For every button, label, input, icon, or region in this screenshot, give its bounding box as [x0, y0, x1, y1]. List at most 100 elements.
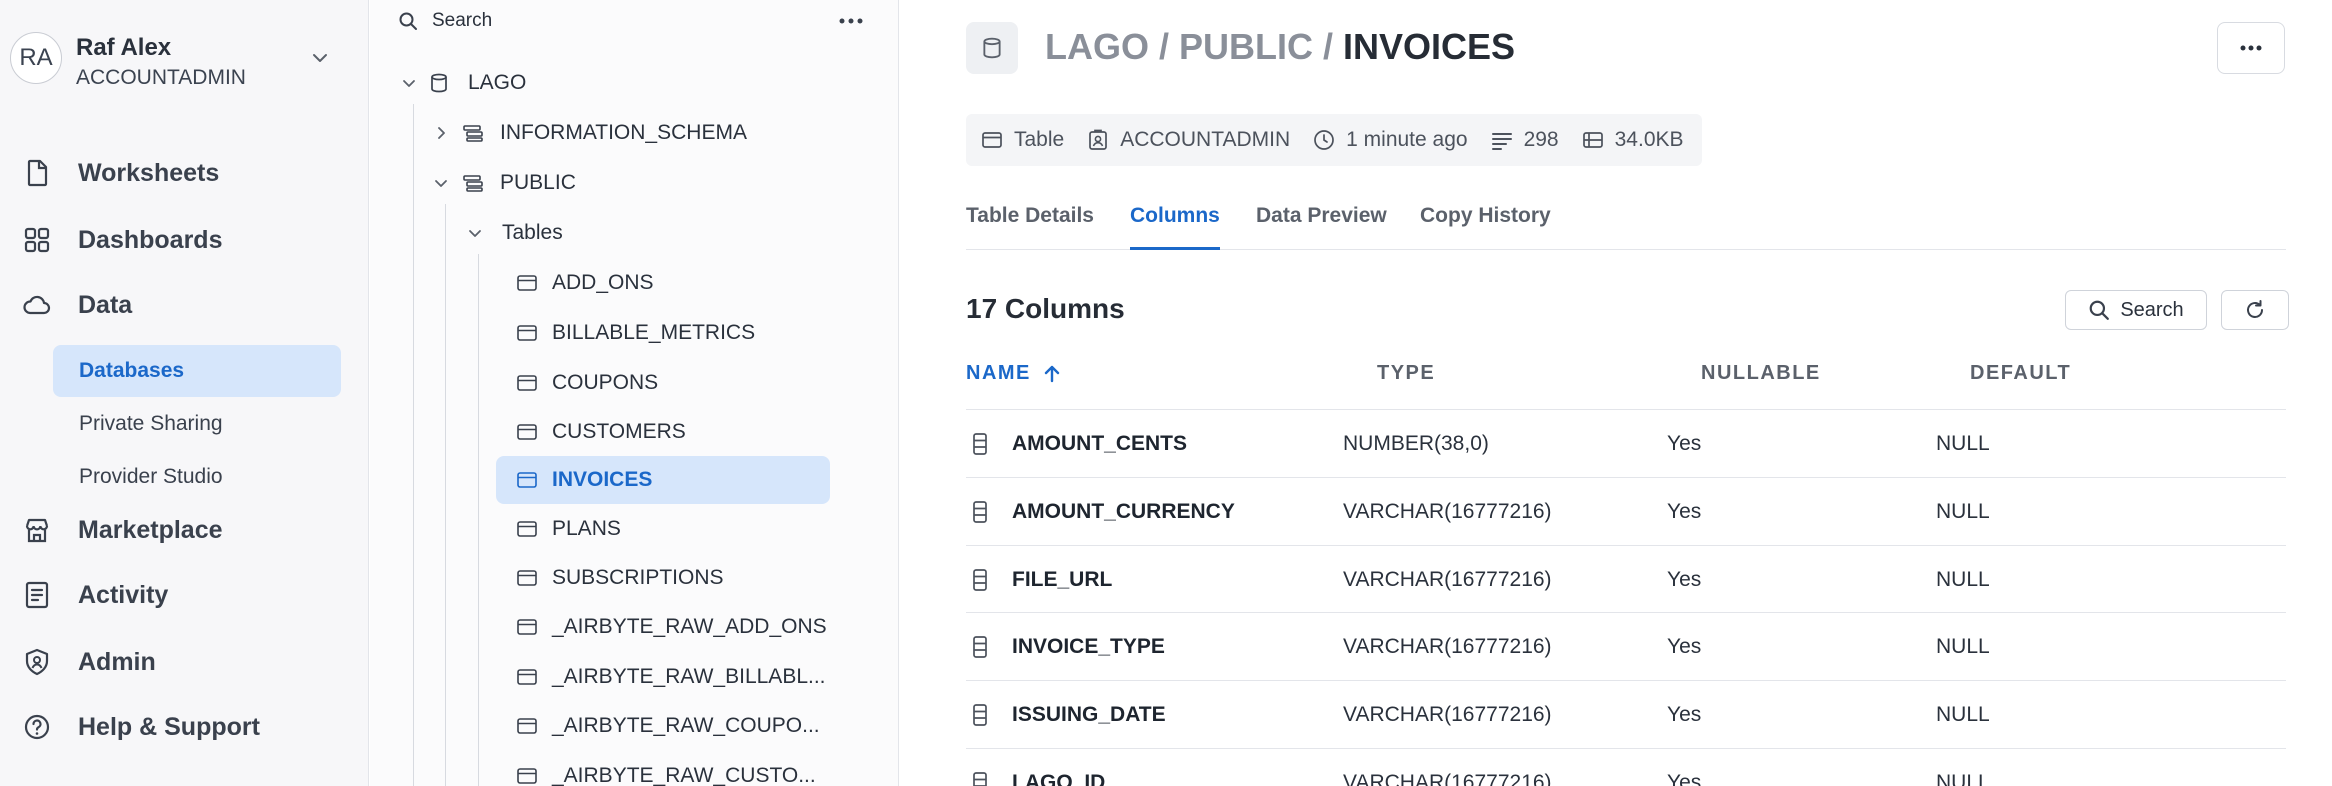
header-name-label: NAME — [966, 362, 1031, 384]
table-row[interactable]: ISSUING_DATE VARCHAR(16777216) Yes NULL — [966, 680, 2286, 748]
tree-node-label: _AIRBYTE_RAW_BILLABL... — [552, 665, 826, 688]
breadcrumb-separator: / — [1159, 26, 1170, 67]
tree-node-label: PLANS — [552, 517, 621, 540]
nav-label: Help & Support — [78, 712, 260, 741]
tree-node-table-selected[interactable]: INVOICES — [496, 456, 830, 504]
search-icon — [2089, 300, 2110, 320]
nav-provider-studio[interactable]: Provider Studio — [53, 451, 341, 503]
breadcrumb-schema[interactable]: PUBLIC — [1179, 26, 1313, 67]
nav-databases[interactable]: Databases — [53, 345, 341, 397]
table-row[interactable]: FILE_URL VARCHAR(16777216) Yes NULL — [966, 545, 2286, 613]
tree-node-table[interactable]: SUBSCRIPTIONS — [496, 556, 830, 600]
column-header-name[interactable]: NAME — [966, 362, 1063, 385]
user-role: ACCOUNTADMIN — [76, 66, 246, 89]
meta-size: 34.0KB — [1581, 128, 1684, 152]
tree-search-placeholder: Search — [432, 10, 493, 31]
nav-data[interactable]: Data — [22, 280, 352, 330]
table-icon — [517, 669, 537, 685]
tree-node-label: LAGO — [468, 71, 527, 94]
tree-node-table[interactable]: _AIRBYTE_RAW_BILLABL... — [496, 655, 830, 699]
clock-icon — [1314, 130, 1335, 150]
nav-dashboards[interactable]: Dashboards — [22, 215, 352, 265]
cell-name: LAGO_ID — [1012, 771, 1106, 786]
tree-node-table[interactable]: BILLABLE_METRICS — [496, 311, 830, 355]
search-button-label: Search — [2120, 298, 2184, 321]
tree-node-table[interactable]: _AIRBYTE_RAW_COUPO... — [496, 704, 830, 748]
refresh-icon — [2247, 300, 2263, 318]
cell-default: NULL — [1936, 771, 1990, 786]
tree-node-table[interactable]: ADD_ONS — [496, 261, 830, 305]
column-header-type[interactable]: TYPE — [1377, 362, 1435, 385]
arrow-up-icon — [1044, 365, 1060, 382]
nav-label: Worksheets — [78, 158, 220, 187]
cell-name: AMOUNT_CURRENCY — [1012, 500, 1235, 523]
chevron-right-icon — [438, 127, 445, 139]
more-options-icon[interactable] — [836, 8, 866, 34]
refresh-button[interactable] — [2221, 290, 2289, 330]
user-menu[interactable]: RA Raf Alex ACCOUNTADMIN — [10, 30, 350, 90]
nav-label: Dashboards — [78, 225, 223, 254]
shield-icon — [25, 648, 49, 676]
cell-default: NULL — [1936, 500, 1990, 523]
tree-node-table[interactable]: _AIRBYTE_RAW_CUSTO... — [496, 754, 830, 786]
cell-type: VARCHAR(16777216) — [1343, 635, 1552, 658]
tree-node-label: _AIRBYTE_RAW_CUSTO... — [552, 764, 816, 786]
page-title: INVOICES — [1343, 26, 1516, 67]
table-row[interactable]: INVOICE_TYPE VARCHAR(16777216) Yes NULL — [966, 612, 2286, 680]
tree-search-input[interactable]: Search — [398, 6, 492, 36]
tree-node-table[interactable]: CUSTOMERS — [496, 410, 830, 454]
table-badge — [966, 22, 1018, 74]
tree-node-table[interactable]: COUPONS — [496, 361, 830, 405]
grid-icon — [24, 227, 50, 253]
table-icon — [517, 325, 537, 341]
chevron-down-icon[interactable] — [308, 46, 332, 70]
cell-type: VARCHAR(16777216) — [1343, 568, 1552, 591]
tree-node-schema[interactable]: PUBLIC — [432, 161, 576, 205]
cell-name: ISSUING_DATE — [1012, 703, 1166, 726]
table-icon — [517, 275, 537, 291]
table-row[interactable]: LAGO_ID VARCHAR(16777216) Yes NULL — [966, 748, 2286, 786]
nav-admin[interactable]: Admin — [22, 637, 352, 687]
chevron-down-icon — [469, 230, 481, 237]
search-icon — [399, 12, 417, 30]
avatar: RA — [10, 32, 62, 84]
tree-guide — [478, 254, 479, 786]
tree-node-label: SUBSCRIPTIONS — [552, 566, 724, 589]
tab-columns[interactable]: Columns — [1130, 204, 1220, 250]
tree-node-label: _AIRBYTE_RAW_ADD_ONS — [552, 615, 827, 638]
tab-copy-history[interactable]: Copy History — [1420, 204, 1551, 250]
column-count: 17 Columns — [966, 293, 1125, 324]
tree-node-schema[interactable]: INFORMATION_SCHEMA — [432, 111, 747, 155]
table-row[interactable]: AMOUNT_CURRENCY VARCHAR(16777216) Yes NU… — [966, 477, 2286, 545]
nav-activity[interactable]: Activity — [22, 570, 352, 620]
nav-marketplace[interactable]: Marketplace — [22, 505, 352, 555]
table-row[interactable]: AMOUNT_CENTS NUMBER(38,0) Yes NULL — [966, 409, 2286, 477]
object-explorer: Search LAGO INFORMATION_SCHEMA PUBLIC Ta — [370, 0, 899, 786]
nav-worksheets[interactable]: Worksheets — [22, 148, 352, 198]
table-icon — [517, 424, 537, 440]
tree-node-label: CUSTOMERS — [552, 420, 686, 443]
column-header-nullable[interactable]: NULLABLE — [1701, 362, 1821, 385]
table-icon — [517, 521, 537, 537]
tree-node-label: COUPONS — [552, 371, 659, 394]
table-metadata: Table ACCOUNTADMIN 1 minute ago 298 34.0… — [966, 114, 1702, 166]
rows-icon — [1491, 133, 1512, 150]
column-header-default[interactable]: DEFAULT — [1970, 362, 2071, 385]
tree-node-table[interactable]: PLANS — [496, 507, 830, 551]
schema-icon — [463, 125, 483, 142]
owner-icon — [1089, 129, 1108, 150]
tab-table-details[interactable]: Table Details — [966, 204, 1094, 250]
nav-help-support[interactable]: Help & Support — [22, 702, 352, 752]
breadcrumb-database[interactable]: LAGO — [1045, 26, 1149, 67]
tree-node-group[interactable]: Tables — [466, 211, 563, 255]
tree-node-table[interactable]: _AIRBYTE_RAW_ADD_ONS — [496, 605, 830, 649]
tree-node-label: _AIRBYTE_RAW_COUPO... — [552, 714, 820, 737]
tab-data-preview[interactable]: Data Preview — [1256, 204, 1387, 250]
user-name: Raf Alex — [76, 34, 172, 61]
more-actions-button[interactable] — [2217, 22, 2285, 74]
column-icon — [973, 704, 987, 726]
nav-private-sharing[interactable]: Private Sharing — [53, 398, 341, 450]
search-columns-button[interactable]: Search — [2065, 290, 2207, 330]
nav-label: Admin — [78, 647, 156, 676]
tree-node-database[interactable]: LAGO — [400, 61, 526, 105]
